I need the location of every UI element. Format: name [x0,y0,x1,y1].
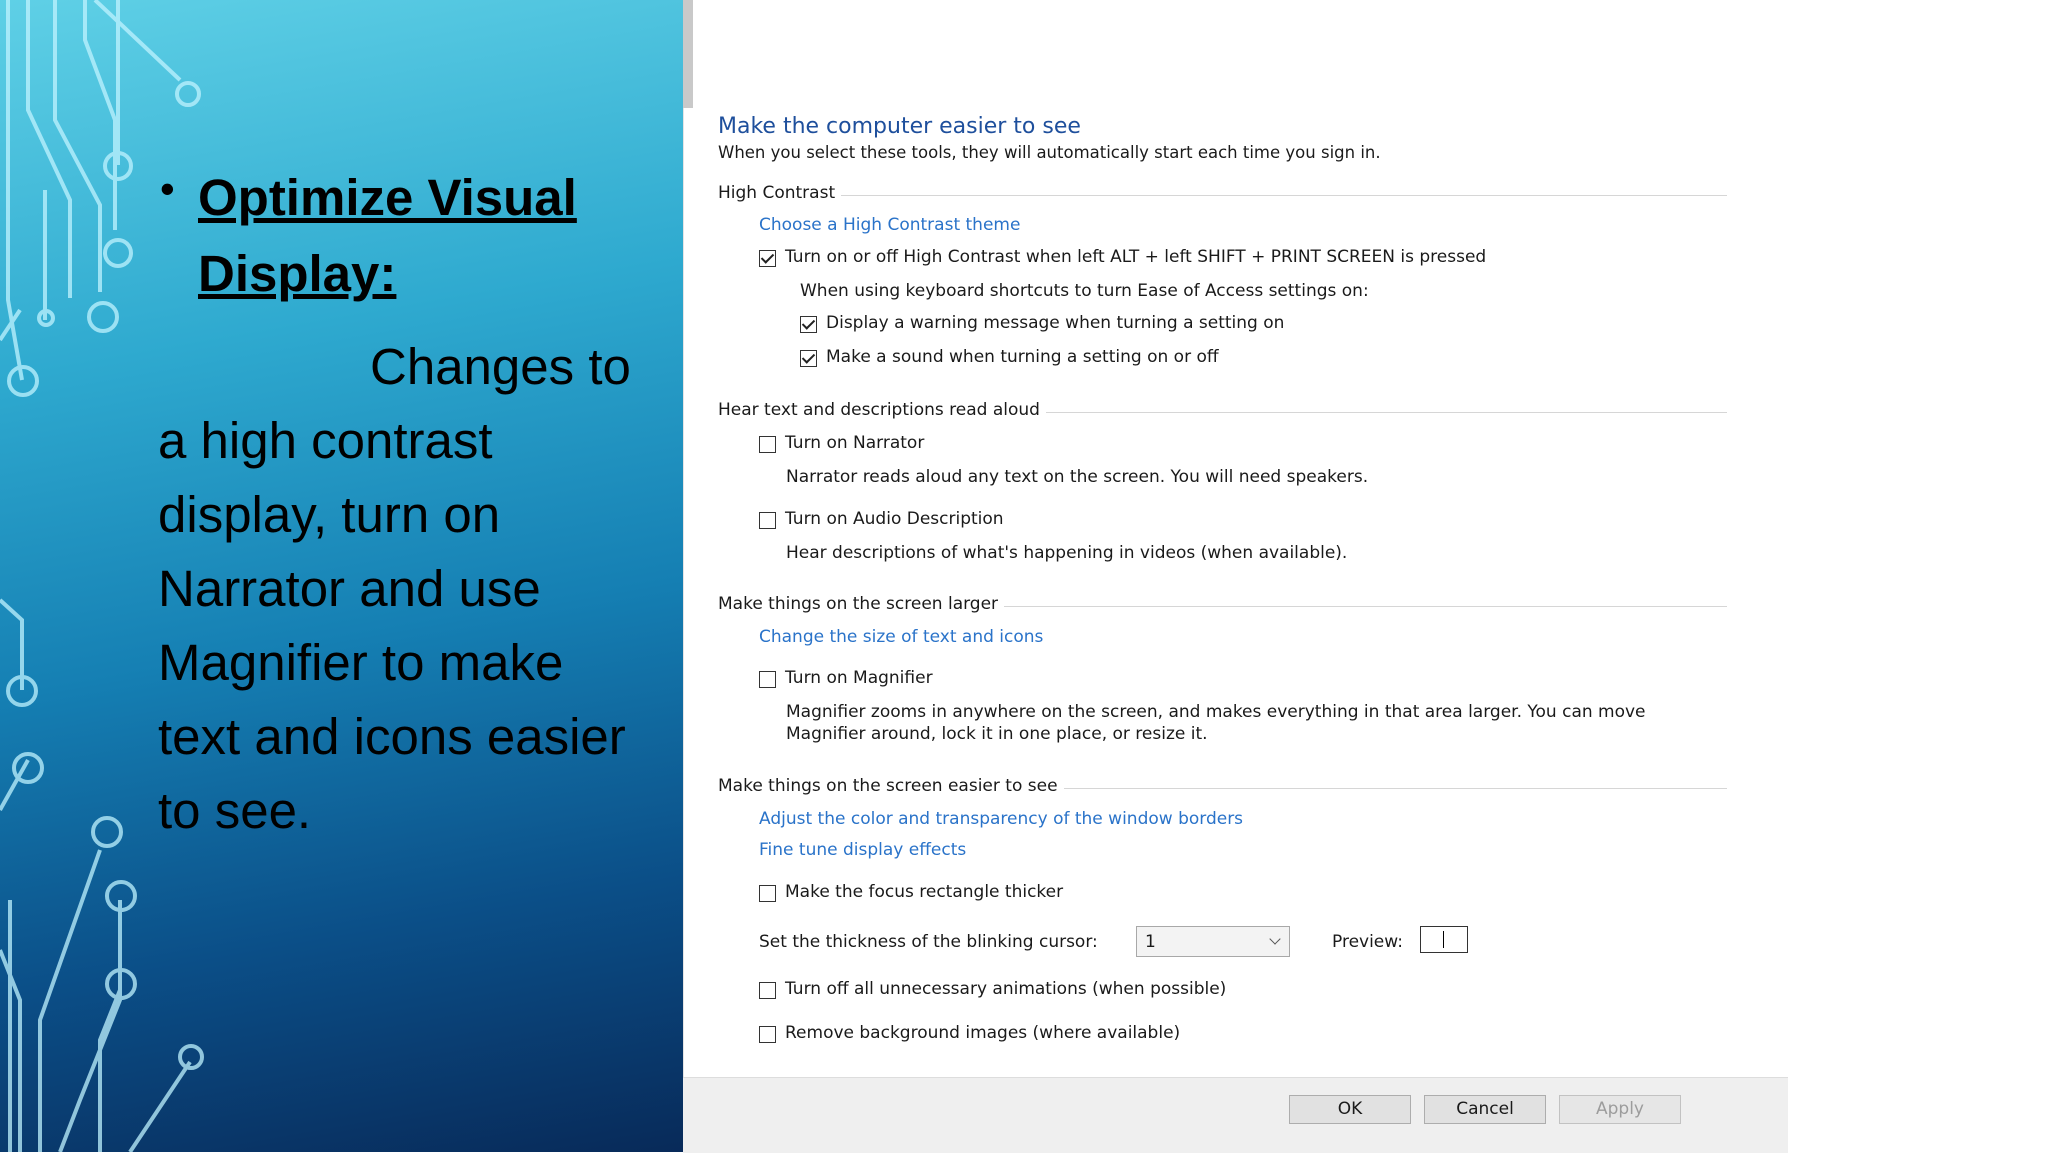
ease-of-access-dialog: Make the computer easier to see When you… [683,0,1788,1153]
display-effects-link[interactable]: Fine tune display effects [759,840,966,860]
section-high-contrast: High Contrast [718,183,842,203]
window-borders-link[interactable]: Adjust the color and transparency of the… [759,809,1243,829]
audio-description-text: Hear descriptions of what's happening in… [786,543,1348,563]
section-divider [723,195,1727,196]
focus-rectangle-label[interactable]: Make the focus rectangle thicker [785,882,1063,902]
animations-checkbox[interactable] [759,982,776,999]
bullet-marker: • [160,165,175,212]
high-contrast-shortcut-checkbox[interactable] [759,250,776,267]
shortcut-note: When using keyboard shortcuts to turn Ea… [800,281,1369,301]
scrollbar-track [683,108,684,1152]
warning-message-checkbox[interactable] [800,316,817,333]
magnifier-checkbox[interactable] [759,671,776,688]
high-contrast-shortcut-label[interactable]: Turn on or off High Contrast when left A… [785,247,1486,267]
sound-label[interactable]: Make a sound when turning a setting on o… [826,347,1219,367]
preview-label: Preview: [1332,932,1403,952]
section-easier: Make things on the screen easier to see [718,776,1064,796]
text-size-link[interactable]: Change the size of text and icons [759,627,1043,647]
slide-body-text: Changes to a high contrast display, turn… [158,338,631,839]
audio-description-label[interactable]: Turn on Audio Description [785,509,1004,529]
magnifier-label[interactable]: Turn on Magnifier [785,668,933,688]
background-images-label[interactable]: Remove background images (where availabl… [785,1023,1180,1043]
ok-button[interactable]: OK [1289,1095,1411,1124]
page-title: Make the computer easier to see [718,114,1081,139]
animations-label[interactable]: Turn off all unnecessary animations (whe… [785,979,1226,999]
slide-panel: • Optimize Visual Display: Changes to a … [0,0,683,1152]
page-subtitle: When you select these tools, they will a… [718,143,1381,162]
high-contrast-theme-link[interactable]: Choose a High Contrast theme [759,215,1020,235]
cancel-button[interactable]: Cancel [1424,1095,1546,1124]
focus-rectangle-checkbox[interactable] [759,885,776,902]
background-images-checkbox[interactable] [759,1026,776,1043]
cursor-caret [1443,931,1444,948]
section-larger: Make things on the screen larger [718,594,1005,614]
sound-checkbox[interactable] [800,350,817,367]
narrator-label[interactable]: Turn on Narrator [785,433,924,453]
cursor-preview-box [1420,926,1468,953]
scrollbar-thumb[interactable] [683,0,693,108]
cursor-thickness-label: Set the thickness of the blinking cursor… [759,932,1098,952]
warning-message-label[interactable]: Display a warning message when turning a… [826,313,1284,333]
dialog-footer: OK Cancel Apply [683,1077,1788,1153]
slide-heading: Optimize Visual Display: [198,169,577,302]
section-hear-text: Hear text and descriptions read aloud [718,400,1046,420]
cursor-thickness-select[interactable]: 1 [1136,926,1290,957]
cursor-thickness-value: 1 [1145,932,1156,952]
audio-description-checkbox[interactable] [759,512,776,529]
narrator-checkbox[interactable] [759,436,776,453]
narrator-description: Narrator reads aloud any text on the scr… [786,467,1369,487]
chevron-down-icon [1269,933,1281,945]
apply-button[interactable]: Apply [1559,1095,1681,1124]
magnifier-description-line1: Magnifier zooms in anywhere on the scree… [786,702,1646,722]
magnifier-description-line2: Magnifier around, lock it in one place, … [786,724,1208,744]
